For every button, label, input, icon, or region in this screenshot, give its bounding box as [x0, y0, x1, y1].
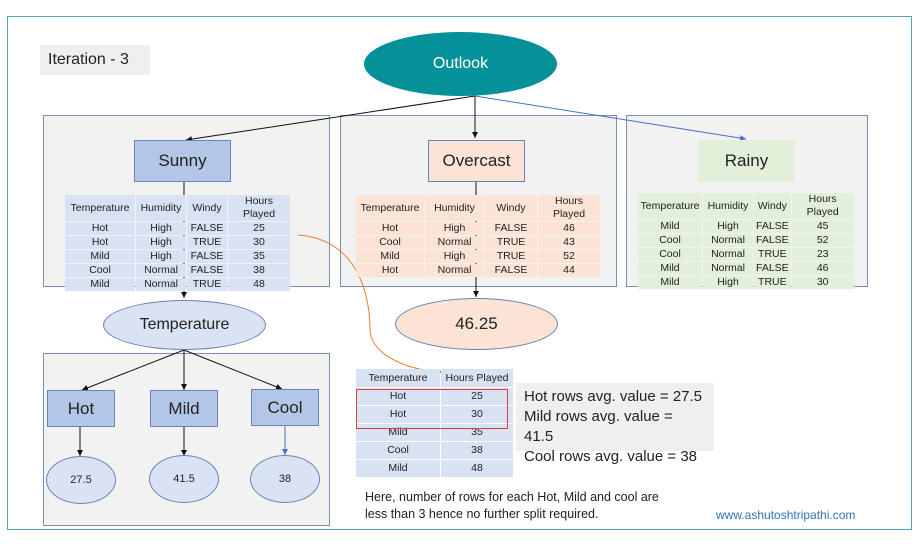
table-header-row: Temperature Humidity Windy Hours Played: [356, 195, 600, 221]
child-label: Mild: [168, 398, 200, 418]
table-row: Cool Normal FALSE 52: [638, 234, 854, 247]
website-link[interactable]: www.ashutoshtripathi.com: [716, 508, 855, 522]
root-node-outlook: Outlook: [364, 32, 557, 96]
temp-child-cool: Cool: [251, 389, 319, 426]
table-header-row: Temperature Hours Played: [356, 369, 513, 387]
table-row: Mild Normal TRUE 48: [65, 278, 290, 291]
temp-child-mild: Mild: [150, 390, 218, 427]
sunny-table: Temperature Humidity Windy Hours Played …: [64, 194, 291, 292]
temp-child-hot: Hot: [47, 390, 115, 427]
root-node-label: Outlook: [432, 55, 489, 72]
table-row: Mild High TRUE 30: [638, 276, 854, 289]
branch-node-sunny: Sunny: [134, 140, 231, 182]
averages-box: Hot rows avg. value = 27.5 Mild rows avg…: [516, 383, 714, 465]
table-row: Hot High FALSE 46: [356, 222, 600, 235]
table-header-row: Temperature Humidity Windy Hours Played: [65, 195, 290, 221]
branch-label: Overcast: [442, 151, 511, 170]
table-row: Hot High TRUE 30: [65, 236, 290, 249]
table-header-row: Temperature Humidity Windy Hours Played: [638, 193, 854, 219]
leaf-value: 27.5: [70, 474, 92, 486]
avg-hot: Hot rows avg. value = 27.5: [524, 388, 703, 405]
edge-outlook-rainy: [474, 95, 747, 142]
table-row: Mild Normal FALSE 46: [638, 262, 854, 275]
child-label: Cool: [267, 397, 303, 417]
table-row: Hot High FALSE 25: [65, 222, 290, 235]
temperature-node: Temperature: [103, 300, 266, 350]
rainy-table: Temperature Humidity Windy Hours Played …: [637, 192, 855, 290]
branch-label: Sunny: [158, 151, 207, 170]
overcast-table: Temperature Humidity Windy Hours Played …: [355, 194, 601, 278]
leaf-value: 41.5: [173, 473, 195, 485]
explanation-note: Here, number of rows for each Hot, Mild …: [365, 490, 659, 521]
leaf-hot: 27.5: [46, 456, 116, 504]
avg-cool: Cool rows avg. value = 38: [524, 448, 698, 465]
avg-mild: Mild rows avg. value = 41.5: [524, 408, 673, 445]
table-row: Cool Normal FALSE 38: [65, 264, 290, 277]
edge-temp-hot: [81, 349, 185, 391]
leaf-value: 38: [278, 473, 292, 485]
overcast-leaf-value: 46.25: [455, 314, 498, 333]
temperature-node-label: Temperature: [139, 316, 230, 333]
edge-temp-cool: [183, 349, 283, 390]
branch-node-rainy: Rainy: [698, 140, 795, 182]
table-row: Mild High TRUE 52: [356, 250, 600, 263]
overcast-leaf-node: 46.25: [395, 298, 558, 350]
table-row: Mild 48: [356, 460, 513, 477]
table-row: Mild High FALSE 45: [638, 220, 854, 233]
child-label: Hot: [67, 398, 95, 418]
branch-label: Rainy: [724, 151, 769, 170]
edge-outlook-sunny: [185, 95, 476, 143]
table-row: Mild High FALSE 35: [65, 250, 290, 263]
hot-rows-highlight: [356, 389, 508, 429]
leaf-mild: 41.5: [149, 455, 219, 503]
table-row: Hot Normal FALSE 44: [356, 264, 600, 277]
table-row: Cool 38: [356, 442, 513, 459]
leaf-cool: 38: [250, 455, 320, 503]
table-row: Cool Normal TRUE 43: [356, 236, 600, 249]
branch-node-overcast: Overcast: [428, 140, 525, 182]
table-row: Cool Normal TRUE 23: [638, 248, 854, 261]
